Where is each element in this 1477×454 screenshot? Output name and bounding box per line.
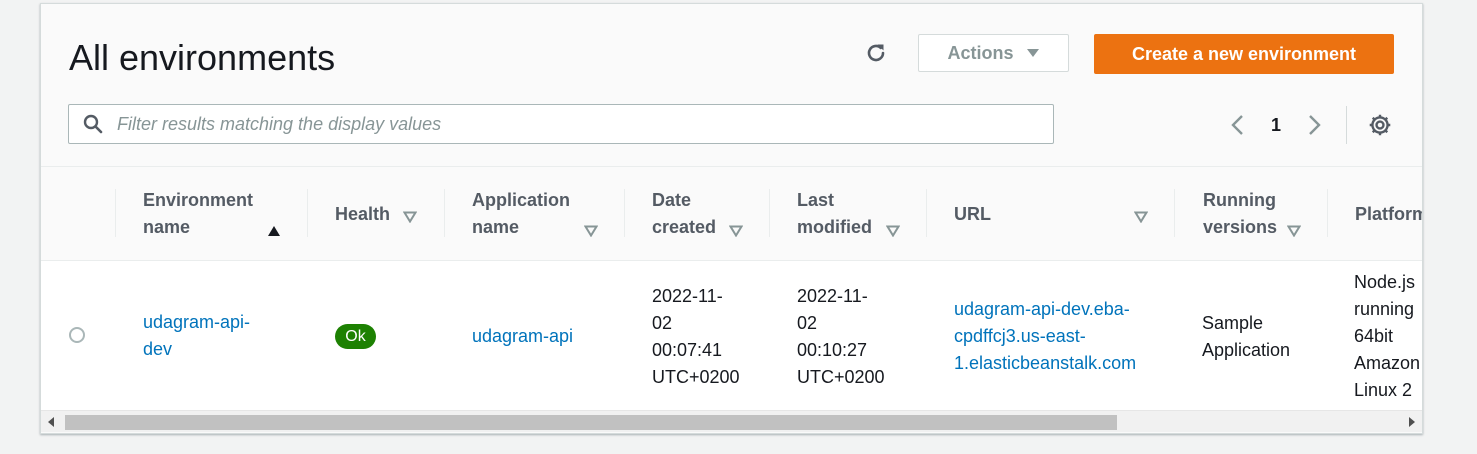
previous-page-button[interactable] <box>1224 112 1250 138</box>
application-name-link[interactable]: udagram-api <box>472 323 573 350</box>
platform-text: Linux 2 <box>1354 380 1413 400</box>
column-header-label: Running <box>1203 190 1276 210</box>
chevron-right-icon <box>1309 115 1321 135</box>
filter-field[interactable] <box>68 104 1054 144</box>
refresh-button[interactable] <box>861 38 891 68</box>
date-created-cell: 2022-11- 02 00:07:41 UTC+0200 <box>652 283 740 391</box>
column-divider <box>307 189 308 237</box>
caret-down-icon <box>1026 49 1039 57</box>
column-header-label: Environment <box>143 190 254 210</box>
column-header-label: versions <box>1203 217 1278 237</box>
environment-name-link[interactable]: udagram-api- dev <box>143 309 250 363</box>
column-header-label: name <box>143 217 191 237</box>
date-created-text: 00:07:41 <box>652 340 723 360</box>
health-status-badge: Ok <box>335 324 376 349</box>
platform-text: running <box>1354 299 1415 319</box>
scroll-right-arrow-icon[interactable] <box>1408 416 1416 428</box>
column-header-label: Date <box>652 190 692 210</box>
column-header-label: Platform <box>1355 204 1422 224</box>
column-divider <box>1174 189 1175 237</box>
environment-name-text: dev <box>143 339 173 359</box>
column-header-application-name[interactable]: Application name <box>472 187 570 241</box>
date-created-text: 02 <box>652 313 673 333</box>
column-header-health[interactable]: Health <box>335 201 390 228</box>
date-created-text: 2022-11- <box>652 286 723 306</box>
column-divider <box>444 189 445 237</box>
sort-icon[interactable] <box>403 211 417 223</box>
platform-text: 64bit <box>1354 326 1394 346</box>
page-title: All environments <box>69 37 336 78</box>
sort-icon[interactable] <box>1287 225 1301 237</box>
last-modified-text: 02 <box>797 313 818 333</box>
toolbar-divider <box>1346 106 1347 144</box>
url-text: udagram-api-dev.eba- <box>954 299 1130 319</box>
column-header-platform[interactable]: Platform <box>1355 201 1422 228</box>
column-divider <box>115 189 116 237</box>
next-page-button[interactable] <box>1302 112 1328 138</box>
sort-icon[interactable] <box>729 225 743 237</box>
last-modified-text: 00:10:27 <box>797 340 868 360</box>
sort-icon[interactable] <box>1134 211 1148 223</box>
sort-icon[interactable] <box>584 225 598 237</box>
column-header-running-versions[interactable]: Running versions <box>1203 187 1277 241</box>
column-header-date-created[interactable]: Date created <box>652 187 716 241</box>
last-modified-text: UTC+0200 <box>797 367 885 387</box>
column-header-label: URL <box>954 204 991 224</box>
sort-icon[interactable] <box>886 225 900 237</box>
gear-icon[interactable] <box>1367 112 1393 138</box>
row-select-radio[interactable] <box>69 327 85 343</box>
column-header-label: Last <box>797 190 835 210</box>
column-divider <box>926 189 927 237</box>
filter-input[interactable] <box>115 112 1053 136</box>
environment-url-link[interactable]: udagram-api-dev.eba- cpdffcj3.us-east- 1… <box>954 296 1136 377</box>
last-modified-cell: 2022-11- 02 00:10:27 UTC+0200 <box>797 283 885 391</box>
table-row: udagram-api- dev Ok udagram-api 2022-11-… <box>41 261 1422 410</box>
search-icon <box>83 114 103 134</box>
current-page-number[interactable]: 1 <box>1250 115 1302 136</box>
column-header-url[interactable]: URL <box>954 201 991 228</box>
running-versions-text: Application <box>1202 340 1291 360</box>
platform-cell: Node.js running 64bit Amazon Linux 2 <box>1354 269 1420 404</box>
chevron-left-icon <box>1231 115 1243 135</box>
environment-name-text: udagram-api- <box>143 312 251 332</box>
url-text: cpdffcj3.us-east- <box>954 326 1086 346</box>
refresh-icon <box>867 44 885 62</box>
create-environment-button[interactable]: Create a new environment <box>1094 34 1394 74</box>
last-modified-text: 2022-11- <box>797 286 868 306</box>
running-versions-text: Sample <box>1202 313 1264 333</box>
column-divider <box>769 189 770 237</box>
horizontal-scrollbar[interactable] <box>41 410 1422 432</box>
scrollbar-thumb[interactable] <box>65 415 1117 430</box>
actions-label: Actions <box>947 42 1014 63</box>
environments-panel: All environments Actions Create a new en… <box>40 3 1423 434</box>
column-header-label: Health <box>335 204 391 224</box>
column-divider <box>1327 189 1328 237</box>
actions-dropdown-button[interactable]: Actions <box>918 34 1069 72</box>
column-header-environment-name[interactable]: Environment name <box>143 187 253 241</box>
column-header-label: modified <box>797 217 872 237</box>
date-created-text: UTC+0200 <box>652 367 740 387</box>
url-text: 1.elasticbeanstalk.com <box>954 353 1137 373</box>
platform-text: Node.js <box>1354 272 1416 292</box>
environments-table: Environment name Health Application name… <box>41 166 1422 410</box>
column-divider <box>624 189 625 237</box>
sort-ascending-icon[interactable] <box>267 225 281 237</box>
scroll-left-arrow-icon[interactable] <box>47 416 55 428</box>
table-header: Environment name Health Application name… <box>41 166 1422 261</box>
running-versions-cell: Sample Application <box>1202 310 1290 364</box>
column-header-label: name <box>472 217 520 237</box>
column-header-label: created <box>652 217 717 237</box>
column-header-last-modified[interactable]: Last modified <box>797 187 872 241</box>
pagination: 1 <box>1224 112 1328 138</box>
platform-text: Amazon <box>1354 353 1421 373</box>
column-header-label: Application <box>472 190 570 210</box>
